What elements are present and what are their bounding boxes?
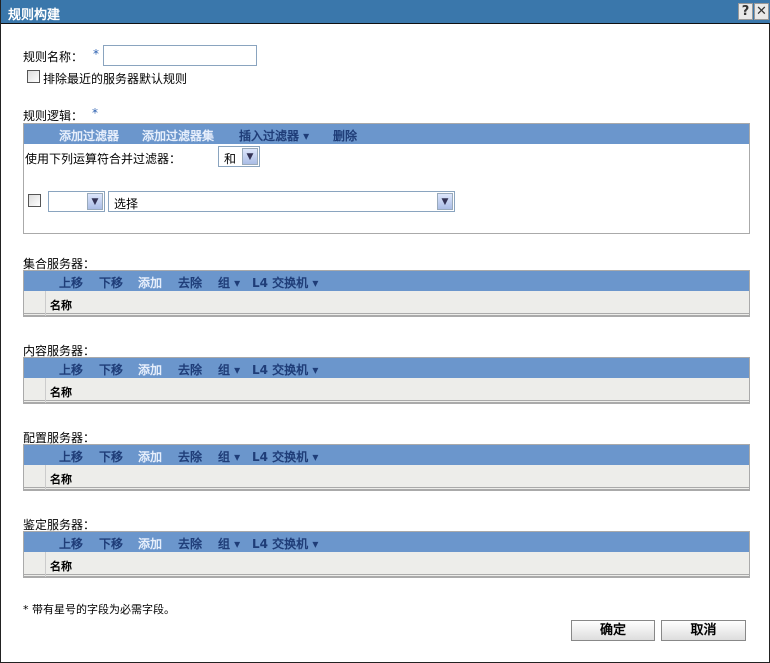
add-button[interactable]: 添加 xyxy=(138,535,162,552)
filter-row-checkbox[interactable] xyxy=(28,194,41,207)
server-list-panel: 上移 下移 添加 去除 组 ▾ L4 交换机 ▾ 名称 xyxy=(23,444,750,491)
required-star: * xyxy=(93,47,99,61)
l4-switch-menu[interactable]: L4 交换机 ▾ xyxy=(252,274,318,291)
server-list-panel: 上移 下移 添加 去除 组 ▾ L4 交换机 ▾ 名称 xyxy=(23,531,750,578)
chevron-down-icon: ▼ xyxy=(242,148,258,165)
exclude-label: 排除最近的服务器默认规则 xyxy=(43,72,188,86)
move-up-button[interactable]: 上移 xyxy=(59,448,83,465)
server-list-panel: 上移 下移 添加 去除 组 ▾ L4 交换机 ▾ 名称 xyxy=(23,357,750,404)
table-header: 名称 xyxy=(24,552,749,577)
title-bar: 规则构建 ? ✕ xyxy=(1,0,770,24)
server-toolbar: 上移 下移 添加 去除 组 ▾ L4 交换机 ▾ xyxy=(24,271,749,291)
rule-name-input[interactable] xyxy=(103,45,257,66)
name-column-header[interactable]: 名称 xyxy=(50,384,72,400)
filter-panel: 添加过滤器 添加过滤器集 插入过滤器 ▾ 删除 使用下列运算符合并过滤器： 和 … xyxy=(23,123,750,234)
filter-operator-select[interactable]: ▼ xyxy=(48,191,105,212)
dialog-title: 规则构建 xyxy=(8,8,61,23)
column-divider xyxy=(45,552,46,577)
move-down-button[interactable]: 下移 xyxy=(99,535,123,552)
table-header: 名称 xyxy=(24,465,749,490)
exclude-checkbox[interactable] xyxy=(27,70,40,83)
move-up-button[interactable]: 上移 xyxy=(59,274,83,291)
name-column-header[interactable]: 名称 xyxy=(50,297,72,313)
rule-logic-label: 规则逻辑： xyxy=(23,109,84,123)
add-filter-set-button[interactable]: 添加过滤器集 xyxy=(142,127,214,144)
ok-button[interactable]: 确定 xyxy=(571,620,655,641)
remove-button[interactable]: 去除 xyxy=(178,535,202,552)
add-button[interactable]: 添加 xyxy=(138,361,162,378)
remove-button[interactable]: 去除 xyxy=(178,448,202,465)
insert-filter-menu[interactable]: 插入过滤器 ▾ xyxy=(239,127,309,144)
cancel-button[interactable]: 取消 xyxy=(661,620,746,641)
group-menu[interactable]: 组 ▾ xyxy=(218,361,240,378)
close-icon[interactable]: ✕ xyxy=(754,3,769,20)
l4-switch-menu[interactable]: L4 交换机 ▾ xyxy=(252,448,318,465)
table-header: 名称 xyxy=(24,291,749,316)
name-column-header[interactable]: 名称 xyxy=(50,558,72,574)
rule-name-label: 规则名称： xyxy=(23,50,84,64)
combine-label: 使用下列运算符合并过滤器： xyxy=(25,152,182,166)
group-menu[interactable]: 组 ▾ xyxy=(218,448,240,465)
move-down-button[interactable]: 下移 xyxy=(99,361,123,378)
group-menu[interactable]: 组 ▾ xyxy=(218,535,240,552)
remove-button[interactable]: 去除 xyxy=(178,361,202,378)
chevron-down-icon: ▼ xyxy=(87,193,103,210)
chevron-down-icon: ▼ xyxy=(437,193,453,210)
l4-switch-menu[interactable]: L4 交换机 ▾ xyxy=(252,361,318,378)
column-divider xyxy=(45,465,46,490)
group-menu[interactable]: 组 ▾ xyxy=(218,274,240,291)
filter-value: 选择 xyxy=(114,197,139,211)
move-down-button[interactable]: 下移 xyxy=(99,274,123,291)
move-up-button[interactable]: 上移 xyxy=(59,361,83,378)
footer-note: * 带有星号的字段为必需字段。 xyxy=(23,603,175,616)
rule-builder-dialog: 规则构建 ? ✕ 规则名称： * 排除最近的服务器默认规则 规则逻辑： * 添加… xyxy=(0,0,770,663)
server-toolbar: 上移 下移 添加 去除 组 ▾ L4 交换机 ▾ xyxy=(24,445,749,465)
column-divider xyxy=(45,378,46,403)
filter-toolbar: 添加过滤器 添加过滤器集 插入过滤器 ▾ 删除 xyxy=(24,124,749,144)
delete-button[interactable]: 删除 xyxy=(333,127,357,144)
add-filter-button[interactable]: 添加过滤器 xyxy=(59,127,119,144)
server-toolbar: 上移 下移 添加 去除 组 ▾ L4 交换机 ▾ xyxy=(24,358,749,378)
filter-type-select[interactable]: 选择 ▼ xyxy=(108,191,455,212)
table-header: 名称 xyxy=(24,378,749,403)
name-column-header[interactable]: 名称 xyxy=(50,471,72,487)
l4-switch-menu[interactable]: L4 交换机 ▾ xyxy=(252,535,318,552)
move-up-button[interactable]: 上移 xyxy=(59,535,83,552)
move-down-button[interactable]: 下移 xyxy=(99,448,123,465)
server-list-panel: 上移 下移 添加 去除 组 ▾ L4 交换机 ▾ 名称 xyxy=(23,270,750,317)
combine-operator-select[interactable]: 和 ▼ xyxy=(218,146,260,167)
add-button[interactable]: 添加 xyxy=(138,274,162,291)
column-divider xyxy=(45,291,46,316)
remove-button[interactable]: 去除 xyxy=(178,274,202,291)
add-button[interactable]: 添加 xyxy=(138,448,162,465)
help-icon[interactable]: ? xyxy=(738,3,753,20)
required-star: * xyxy=(92,106,98,120)
server-toolbar: 上移 下移 添加 去除 组 ▾ L4 交换机 ▾ xyxy=(24,532,749,552)
combine-value: 和 xyxy=(224,152,237,166)
